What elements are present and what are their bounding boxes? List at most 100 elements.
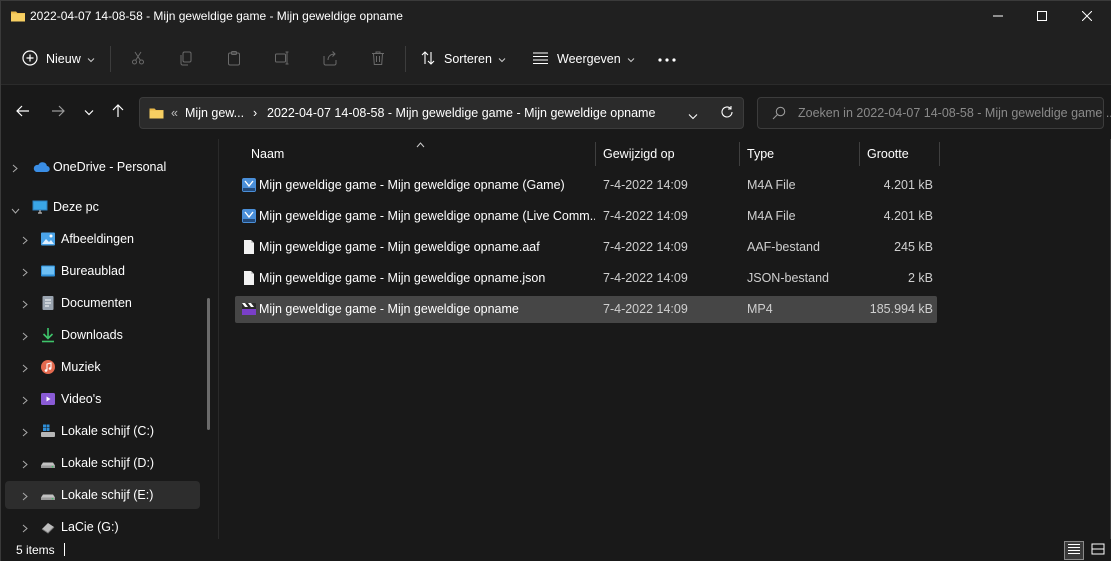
file-row[interactable]: Mijn geweldige game - Mijn geweldige opn…	[235, 172, 937, 199]
address-bar[interactable]: « Mijn gew... › 2022-04-07 14-08-58 - Mi…	[139, 97, 744, 129]
share-icon	[322, 50, 338, 69]
sort-button-label: Sorteren	[444, 52, 492, 66]
chevron-right-icon[interactable]	[22, 266, 28, 280]
minimize-button[interactable]	[975, 1, 1021, 33]
sidebar-scrollbar[interactable]	[207, 298, 210, 430]
videos-icon	[40, 391, 56, 407]
sort-button[interactable]: Sorteren	[420, 45, 506, 73]
cut-button[interactable]	[130, 45, 146, 73]
chevron-right-icon[interactable]	[22, 426, 28, 440]
sidebar-item-onedrive[interactable]: OneDrive - Personal	[5, 153, 200, 181]
chevron-right-icon[interactable]	[22, 490, 28, 504]
sort-icon	[420, 50, 436, 69]
sidebar-item-drive-e[interactable]: Lokale schijf (E:)	[5, 481, 200, 509]
sidebar-item-lacie[interactable]: LaCie (G:)	[5, 513, 200, 541]
view-button-label: Weergeven	[557, 52, 621, 66]
item-count: 5 items	[16, 543, 55, 557]
maximize-button[interactable]	[1019, 1, 1065, 33]
column-header-modified[interactable]: Gewijzigd op	[603, 139, 739, 167]
details-view-icon	[1067, 543, 1081, 558]
sidebar-item-this-pc[interactable]: Deze pc	[5, 193, 200, 221]
sidebar-item-label: LaCie (G:)	[61, 520, 119, 534]
column-header-type[interactable]: Type	[747, 139, 859, 167]
copy-button[interactable]	[178, 45, 194, 73]
sidebar-item-label: Lokale schijf (C:)	[61, 424, 155, 438]
recent-locations-button[interactable]	[78, 101, 100, 123]
share-button[interactable]	[322, 45, 338, 73]
folder-icon	[10, 8, 26, 27]
column-divider[interactable]	[859, 142, 860, 166]
sidebar-item-label: Downloads	[61, 328, 123, 342]
column-divider[interactable]	[739, 142, 740, 166]
forward-button[interactable]	[47, 101, 69, 123]
chevron-down-icon	[627, 52, 635, 66]
paste-button[interactable]	[226, 45, 242, 73]
sidebar-item-downloads[interactable]: Downloads	[5, 321, 200, 349]
view-button[interactable]: Weergeven	[532, 45, 635, 73]
rename-button[interactable]	[274, 45, 290, 73]
arrow-left-icon	[16, 105, 30, 120]
arrow-up-icon	[112, 103, 124, 121]
chevron-right-icon[interactable]	[22, 330, 28, 344]
more-options-button[interactable]	[657, 45, 677, 73]
new-button[interactable]: Nieuw	[22, 45, 95, 73]
breadcrumb-parent[interactable]: Mijn gew...	[185, 106, 244, 120]
file-size: 185.994 kB	[869, 302, 933, 316]
file-size: 4.201 kB	[883, 178, 933, 192]
breadcrumb-separator[interactable]: ›	[253, 106, 257, 120]
chevron-down-icon[interactable]	[688, 109, 698, 123]
breadcrumb-overflow[interactable]: «	[171, 106, 178, 120]
chevron-right-icon[interactable]	[22, 362, 28, 376]
tiles-view-button[interactable]	[1088, 541, 1108, 560]
navigation-pane: OneDrive - Personal Deze pc Afbeeldingen…	[1, 139, 219, 539]
chevron-right-icon[interactable]	[12, 162, 18, 176]
file-row[interactable]: Mijn geweldige game - Mijn geweldige opn…	[235, 296, 937, 323]
chevron-down-icon	[498, 52, 506, 66]
file-row[interactable]: Mijn geweldige game - Mijn geweldige opn…	[235, 203, 937, 230]
chevron-right-icon[interactable]	[22, 394, 28, 408]
sidebar-item-music[interactable]: Muziek	[5, 353, 200, 381]
column-header-name[interactable]: Naam	[251, 139, 599, 167]
file-row[interactable]: Mijn geweldige game - Mijn geweldige opn…	[235, 234, 937, 261]
sidebar-item-desktop[interactable]: Bureaublad	[5, 257, 200, 285]
refresh-icon[interactable]	[720, 105, 734, 122]
rename-icon	[274, 50, 290, 69]
breadcrumb-current[interactable]: 2022-04-07 14-08-58 - Mijn geweldige gam…	[267, 106, 655, 120]
up-button[interactable]	[107, 101, 129, 123]
back-button[interactable]	[12, 101, 34, 123]
file-modified: 7-4-2022 14:09	[603, 240, 688, 254]
sort-ascending-icon	[416, 137, 425, 151]
file-size: 4.201 kB	[883, 209, 933, 223]
sidebar-item-label: Lokale schijf (D:)	[61, 456, 155, 470]
sidebar-item-videos[interactable]: Video's	[5, 385, 200, 413]
column-divider[interactable]	[595, 142, 596, 166]
sidebar-item-drive-d[interactable]: Lokale schijf (D:)	[5, 449, 200, 477]
more-icon	[657, 52, 677, 66]
delete-button[interactable]	[370, 45, 386, 73]
search-field[interactable]: Zoeken in 2022-04-07 14-08-58 - Mijn gew…	[757, 97, 1111, 129]
chevron-down-icon[interactable]	[11, 203, 20, 217]
chevron-right-icon[interactable]	[22, 234, 28, 248]
search-icon	[772, 106, 786, 123]
column-divider[interactable]	[939, 142, 940, 166]
close-button[interactable]	[1064, 1, 1110, 33]
sidebar-item-documents[interactable]: Documenten	[5, 289, 200, 317]
file-name: Mijn geweldige game - Mijn geweldige opn…	[259, 240, 540, 254]
title-bar[interactable]: 2022-04-07 14-08-58 - Mijn geweldige gam…	[1, 1, 1111, 33]
documents-icon	[40, 295, 56, 311]
sidebar-item-label: Video's	[61, 392, 102, 406]
toolbar-divider	[110, 46, 111, 72]
sidebar-item-pictures[interactable]: Afbeeldingen	[5, 225, 200, 253]
file-row[interactable]: Mijn geweldige game - Mijn geweldige opn…	[235, 265, 937, 292]
file-type: M4A File	[747, 178, 796, 192]
column-header-size[interactable]: Grootte	[867, 139, 939, 167]
sidebar-item-drive-c[interactable]: Lokale schijf (C:)	[5, 417, 200, 445]
chevron-right-icon[interactable]	[22, 458, 28, 472]
details-view-button[interactable]	[1064, 541, 1084, 560]
folder-icon	[148, 105, 165, 124]
plus-circle-icon	[22, 49, 38, 69]
chevron-right-icon[interactable]	[22, 298, 28, 312]
search-input[interactable]: Zoeken in 2022-04-07 14-08-58 - Mijn gew…	[798, 106, 1111, 120]
chevron-right-icon[interactable]	[22, 522, 28, 536]
tiles-view-icon	[1091, 543, 1105, 558]
